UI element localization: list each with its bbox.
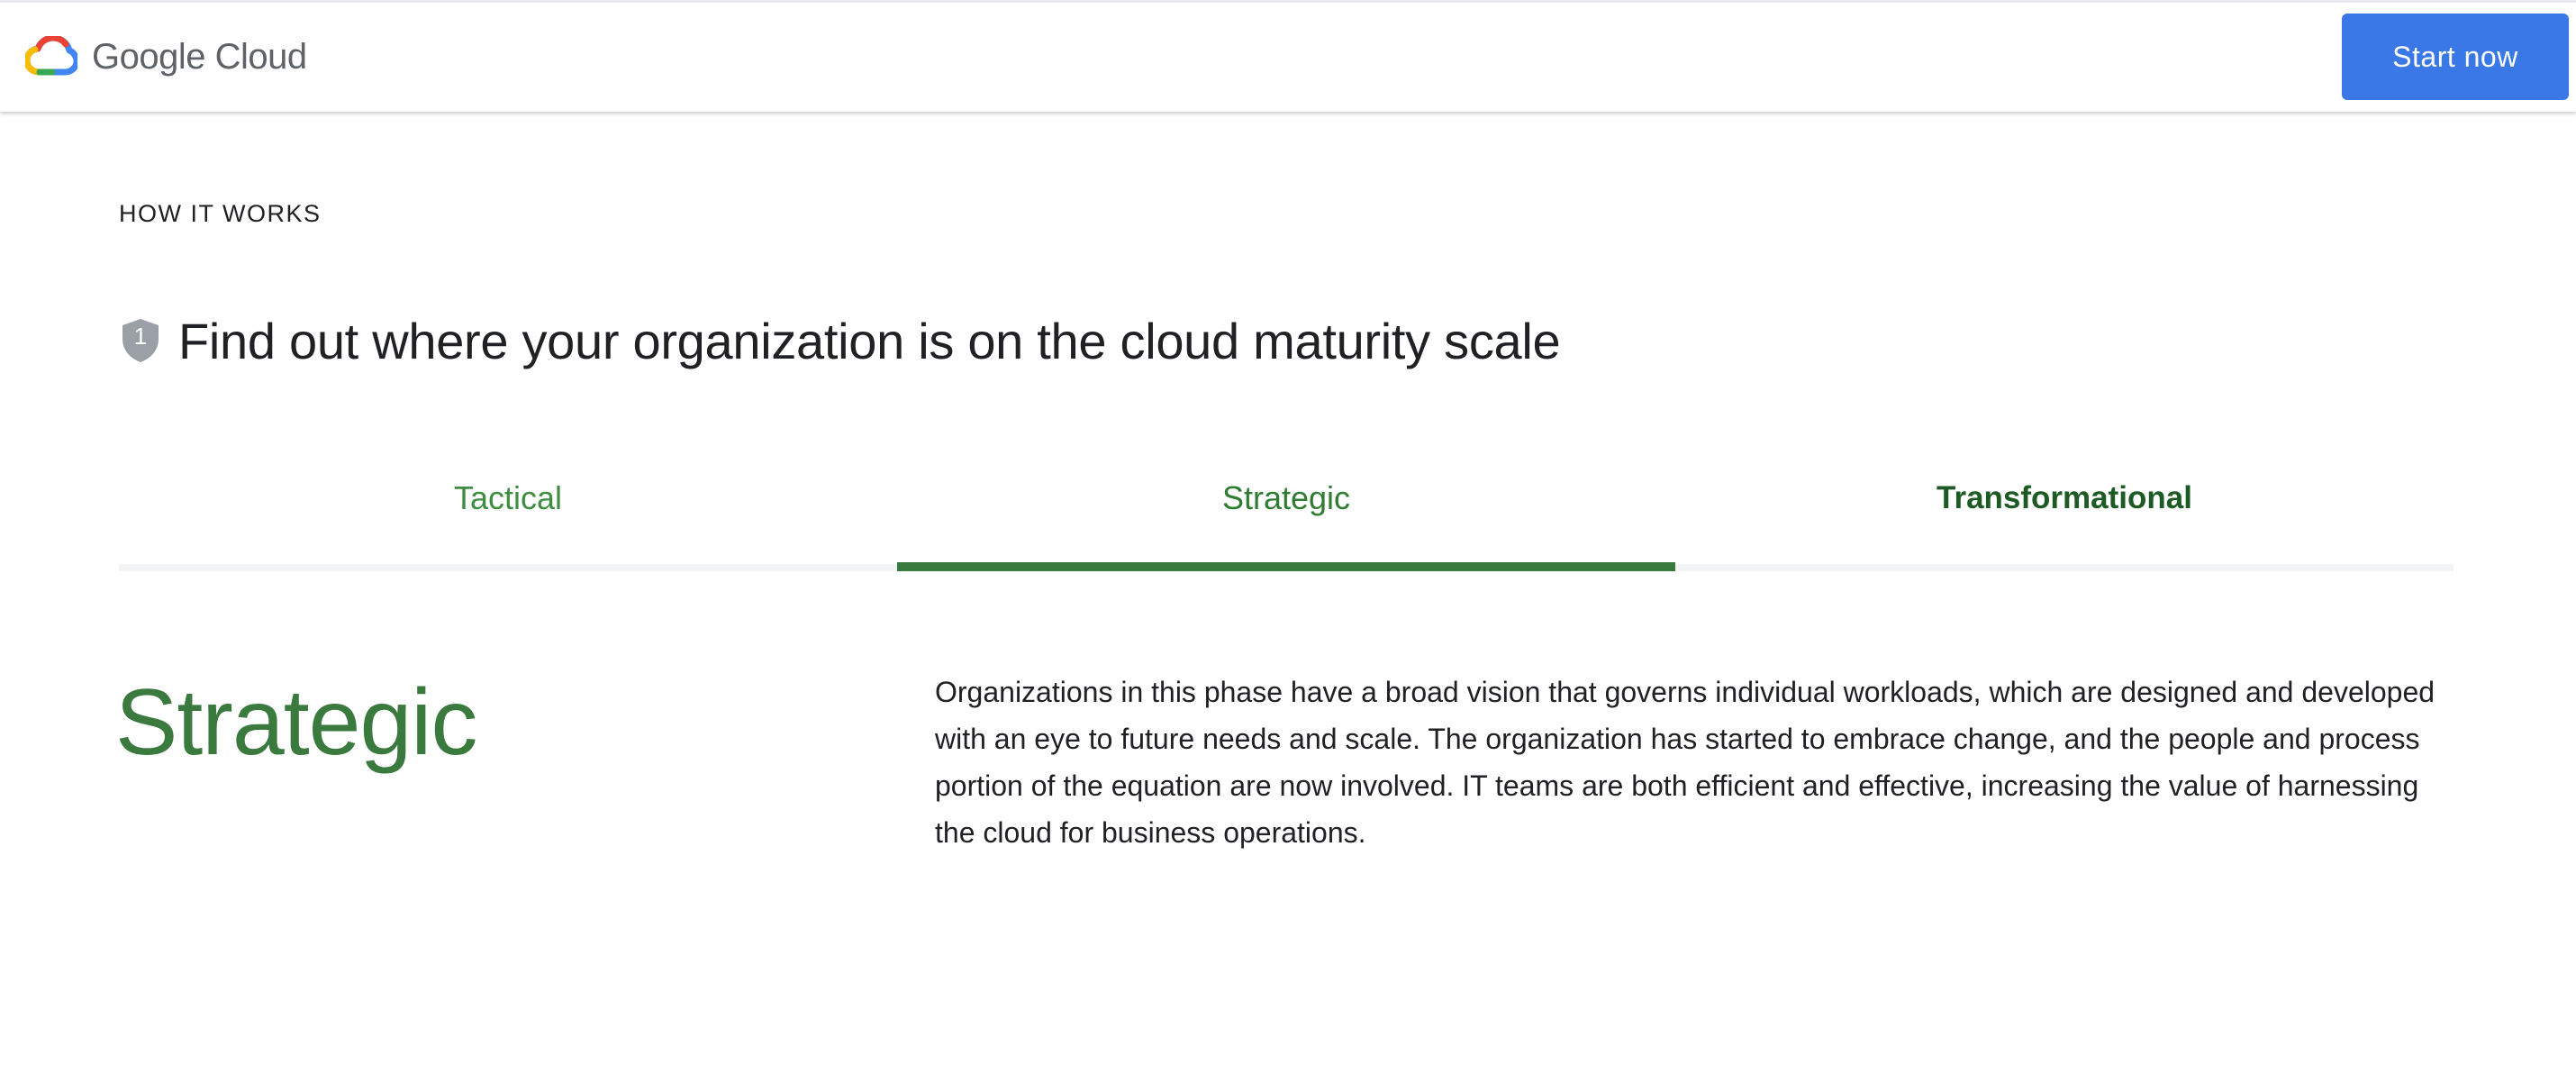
top-navigation-bar: Google Cloud Start now xyxy=(0,0,2576,112)
tab-transformational[interactable]: Transformational xyxy=(1675,451,2454,546)
start-now-button[interactable]: Start now xyxy=(2342,14,2569,100)
active-tab-indicator xyxy=(897,562,1675,571)
maturity-tabs: Tactical Strategic Transformational xyxy=(119,451,2454,571)
section-heading-row: 1 Find out where your organization is on… xyxy=(119,305,1561,377)
logo-text: Google Cloud xyxy=(92,36,307,77)
section-eyebrow: HOW IT WORKS xyxy=(119,200,322,227)
section-heading: Find out where your organization is on t… xyxy=(178,312,1561,369)
google-cloud-logo[interactable]: Google Cloud xyxy=(25,30,307,84)
google-cloud-logo-icon xyxy=(25,36,77,76)
step-number: 1 xyxy=(133,323,148,350)
tab-tactical[interactable]: Tactical xyxy=(119,451,897,546)
shield-icon: 1 xyxy=(119,317,162,364)
panel-description: Organizations in this phase have a broad… xyxy=(935,676,2435,849)
tab-strategic[interactable]: Strategic xyxy=(897,451,1675,546)
panel-title: Strategic xyxy=(115,670,477,775)
